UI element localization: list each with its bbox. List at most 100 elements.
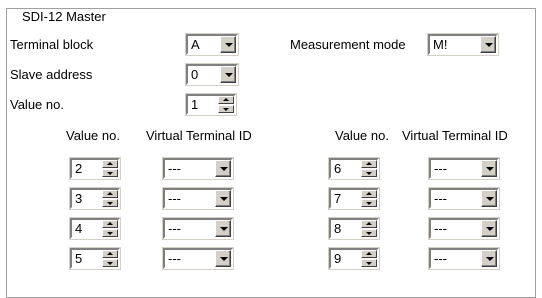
chevron-down-icon [225,43,233,47]
spin-down-button[interactable] [361,199,377,207]
arrow-down-icon [366,172,372,175]
spin-down-button[interactable] [102,199,118,207]
right-vt-id-select[interactable]: --- [428,247,500,270]
spin-up-button[interactable] [102,190,118,198]
select-value: --- [434,191,447,206]
arrow-down-icon [107,172,113,175]
spin-down-button[interactable] [102,259,118,267]
dropdown-button[interactable] [480,36,496,53]
right-value-no-spinner[interactable]: 6 [328,157,380,180]
spin-buttons [102,220,118,237]
right-vt-id-select[interactable]: --- [428,187,500,210]
spin-up-button[interactable] [102,160,118,168]
chevron-down-icon [220,167,228,171]
dropdown-button[interactable] [215,250,231,267]
chevron-down-icon [485,43,493,47]
right-value-no-header: Value no. [335,128,389,143]
spin-down-button[interactable] [218,105,234,113]
dropdown-button[interactable] [481,250,497,267]
measurement-mode-label: Measurement mode [290,37,406,52]
spin-down-button[interactable] [361,169,377,177]
spin-buttons [361,250,377,267]
left-value-no-spinner[interactable]: 4 [69,217,121,240]
measurement-mode-value: M! [433,37,448,52]
right-value-no-spinner[interactable]: 7 [328,187,380,210]
select-value: --- [168,161,181,176]
spin-up-button[interactable] [102,220,118,228]
arrow-up-icon [366,162,372,165]
spin-up-button[interactable] [361,190,377,198]
dropdown-button[interactable] [481,160,497,177]
spinner-value: 2 [75,161,83,176]
select-value: --- [168,191,181,206]
spinner-value: 7 [334,191,342,206]
spinner-value: 3 [75,191,83,206]
dropdown-button[interactable] [215,160,231,177]
right-value-no-spinner[interactable]: 9 [328,247,380,270]
arrow-up-icon [107,162,113,165]
right-vt-id-select[interactable]: --- [428,157,500,180]
chevron-down-icon [486,197,494,201]
spin-down-button[interactable] [361,229,377,237]
spinner-value: 9 [334,251,342,266]
spin-down-button[interactable] [102,169,118,177]
right-value-no-spinner[interactable]: 8 [328,217,380,240]
select-value: --- [434,251,447,266]
slave-address-label: Slave address [10,67,93,82]
right-vt-id-select[interactable]: --- [428,217,500,240]
spinner-value: 8 [334,221,342,236]
select-value: --- [168,221,181,236]
spin-buttons [102,160,118,177]
terminal-block-value: A [191,37,200,52]
left-vt-id-select[interactable]: --- [162,157,234,180]
arrow-up-icon [366,252,372,255]
spin-down-button[interactable] [361,259,377,267]
value-no-value: 1 [191,97,199,112]
value-no-label: Value no. [10,97,64,112]
dropdown-button[interactable] [215,190,231,207]
chevron-down-icon [220,257,228,261]
spin-up-button[interactable] [361,220,377,228]
measurement-mode-select[interactable]: M! [427,33,499,56]
chevron-down-icon [225,73,233,77]
slave-address-value: 0 [191,67,199,82]
chevron-down-icon [486,167,494,171]
dropdown-button[interactable] [220,36,236,53]
spin-buttons [102,250,118,267]
left-value-no-spinner[interactable]: 3 [69,187,121,210]
left-vt-id-select[interactable]: --- [162,217,234,240]
arrow-down-icon [366,232,372,235]
spinner-value: 5 [75,251,83,266]
arrow-up-icon [366,192,372,195]
select-value: --- [434,221,447,236]
arrow-down-icon [366,202,372,205]
chevron-down-icon [220,197,228,201]
spinner-value: 4 [75,221,83,236]
dropdown-button[interactable] [481,220,497,237]
left-vt-id-select[interactable]: --- [162,247,234,270]
left-vt-id-select[interactable]: --- [162,187,234,210]
left-vt-id-header: Virtual Terminal ID [146,128,252,143]
arrow-up-icon [107,252,113,255]
spin-up-button[interactable] [361,250,377,258]
dropdown-button[interactable] [220,66,236,83]
arrow-down-icon [107,202,113,205]
terminal-block-select[interactable]: A [185,33,239,56]
arrow-down-icon [223,108,229,111]
spin-up-button[interactable] [361,160,377,168]
arrow-up-icon [107,222,113,225]
spin-up-button[interactable] [218,96,234,104]
spin-down-button[interactable] [102,229,118,237]
spin-up-button[interactable] [102,250,118,258]
spin-buttons [361,190,377,207]
arrow-up-icon [223,98,229,101]
chevron-down-icon [220,227,228,231]
dropdown-button[interactable] [481,190,497,207]
left-value-no-spinner[interactable]: 5 [69,247,121,270]
right-vt-id-header: Virtual Terminal ID [402,128,508,143]
left-value-no-spinner[interactable]: 2 [69,157,121,180]
dropdown-button[interactable] [215,220,231,237]
terminal-block-label: Terminal block [10,37,94,52]
value-no-spinner[interactable]: 1 [185,93,237,116]
slave-address-select[interactable]: 0 [185,63,239,86]
